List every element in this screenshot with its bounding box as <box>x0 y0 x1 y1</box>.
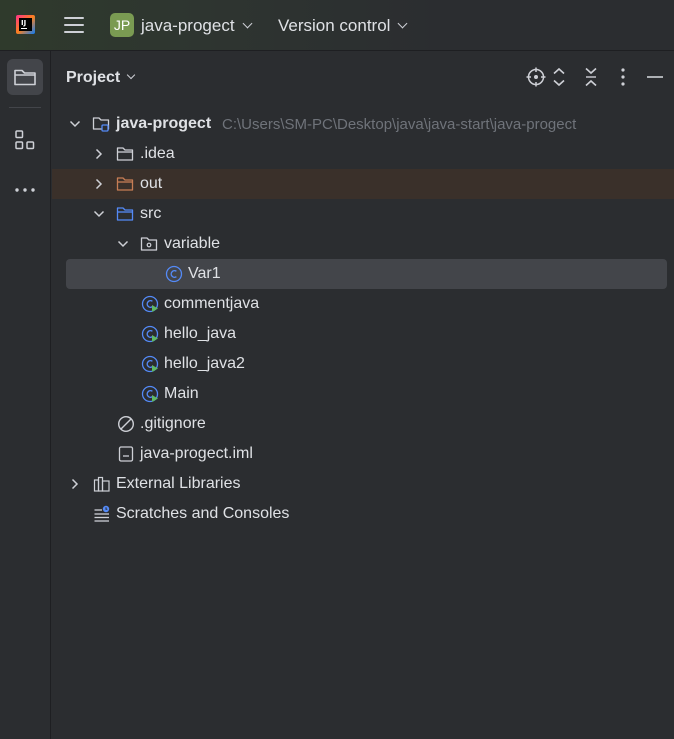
tree-item-label: src <box>140 205 162 222</box>
more-icon <box>15 188 35 192</box>
hide-panel-button[interactable] <box>644 65 666 89</box>
project-panel: Project java-progect C:\Users\SM-PC\Desk… <box>52 51 674 739</box>
tree-row-iml[interactable]: java-progect.iml <box>52 439 674 469</box>
excluded-folder-icon <box>116 177 134 191</box>
panel-title-text: Project <box>66 69 121 86</box>
folder-icon <box>116 147 134 161</box>
vcs-label: Version control <box>278 16 391 35</box>
source-folder-icon <box>116 207 134 221</box>
chevron-right-icon[interactable] <box>68 477 82 491</box>
expand-all-button[interactable] <box>548 65 570 89</box>
title-bar: IJ JP java-progect Version control <box>0 0 674 51</box>
expand-all-icon <box>553 67 565 87</box>
runnable-class-icon <box>141 325 159 343</box>
tree-row-src[interactable]: src <box>52 199 674 229</box>
chevron-down-icon[interactable] <box>68 117 82 131</box>
project-name: java-progect <box>141 16 235 35</box>
scratches-icon <box>94 505 110 522</box>
panel-title[interactable]: Project <box>66 69 136 87</box>
options-icon <box>621 68 625 86</box>
options-button[interactable] <box>612 65 634 89</box>
tree-row-main[interactable]: Main <box>52 379 674 409</box>
chevron-down-icon <box>127 70 136 80</box>
version-control-menu[interactable]: Version control <box>278 16 408 36</box>
package-icon <box>140 237 158 251</box>
tool-window-strip <box>0 51 51 739</box>
tree-row-var1[interactable]: Var1 <box>52 259 674 289</box>
structure-icon <box>15 130 35 150</box>
collapse-all-icon <box>585 67 597 87</box>
tree-row-root[interactable]: java-progect C:\Users\SM-PC\Desktop\java… <box>52 109 674 139</box>
chevron-down-icon <box>398 18 408 29</box>
tree-row-idea[interactable]: .idea <box>52 139 674 169</box>
chevron-right-icon[interactable] <box>92 177 106 191</box>
project-avatar[interactable]: JP <box>110 13 134 37</box>
tree-row-external-libraries[interactable]: External Libraries <box>52 469 674 499</box>
divider <box>9 107 41 108</box>
tree-item-label: Main <box>164 385 199 402</box>
hide-icon <box>647 76 663 78</box>
project-selector[interactable]: java-progect <box>141 16 253 36</box>
tree-row-gitignore[interactable]: .gitignore <box>52 409 674 439</box>
tree-item-label: hello_java2 <box>164 355 245 372</box>
project-tree: java-progect C:\Users\SM-PC\Desktop\java… <box>52 109 674 529</box>
locate-icon <box>526 67 546 87</box>
folder-icon <box>14 69 36 86</box>
module-file-icon <box>118 446 134 462</box>
chevron-right-icon[interactable] <box>92 147 106 161</box>
tree-item-label: External Libraries <box>116 475 241 492</box>
runnable-class-icon <box>141 385 159 403</box>
collapse-all-button[interactable] <box>580 65 602 89</box>
tree-row-commentjava[interactable]: commentjava <box>52 289 674 319</box>
more-tools-button[interactable] <box>7 172 43 208</box>
tree-item-label: commentjava <box>164 295 260 312</box>
tree-item-label: out <box>140 175 163 192</box>
runnable-class-icon <box>141 295 159 313</box>
main-menu-button[interactable] <box>63 15 85 35</box>
ignore-file-icon <box>117 415 135 433</box>
java-class-icon <box>165 265 183 283</box>
tree-row-hello-java2[interactable]: hello_java2 <box>52 349 674 379</box>
project-tool-button[interactable] <box>7 59 43 95</box>
tree-item-label: .idea <box>140 145 175 162</box>
intellij-logo-icon[interactable]: IJ <box>16 15 35 34</box>
tree-row-variable[interactable]: variable <box>52 229 674 259</box>
chevron-down-icon <box>242 18 253 29</box>
tree-item-label: Scratches and Consoles <box>116 505 290 522</box>
chevron-down-icon[interactable] <box>116 237 130 251</box>
tree-item-label: hello_java <box>164 325 237 342</box>
tree-row-hello-java[interactable]: hello_java <box>52 319 674 349</box>
runnable-class-icon <box>141 355 159 373</box>
library-icon <box>93 476 110 492</box>
tree-item-label: Var1 <box>188 265 221 282</box>
tree-item-label: java-progect.iml <box>140 445 253 462</box>
tree-item-label: java-progect <box>116 115 212 132</box>
tree-row-out[interactable]: out <box>52 169 674 199</box>
structure-tool-button[interactable] <box>7 122 43 158</box>
project-path: C:\Users\SM-PC\Desktop\java\java-start\j… <box>222 116 577 133</box>
locate-button[interactable] <box>525 65 547 89</box>
chevron-down-icon[interactable] <box>92 207 106 221</box>
tree-row-scratches[interactable]: Scratches and Consoles <box>52 499 674 529</box>
module-folder-icon <box>92 117 110 132</box>
tree-item-label: variable <box>164 235 221 252</box>
tree-item-label: .gitignore <box>140 415 206 432</box>
